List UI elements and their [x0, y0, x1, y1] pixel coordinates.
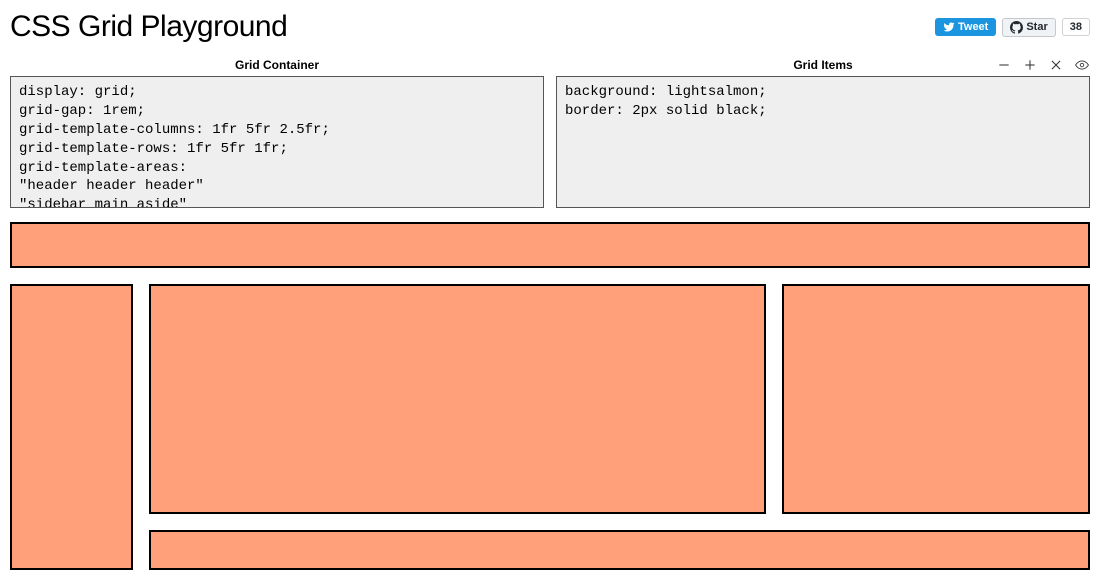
grid-container-title: Grid Container [235, 58, 319, 72]
eye-icon [1075, 58, 1089, 72]
grid-item-aside[interactable] [782, 284, 1090, 514]
toggle-visibility-button[interactable] [1074, 57, 1090, 73]
remove-item-button[interactable] [996, 57, 1012, 73]
close-button[interactable] [1048, 57, 1064, 73]
page-title: CSS Grid Playground [10, 10, 287, 44]
grid-items-editor: Grid Items background: lightsalmon; bord… [556, 54, 1090, 208]
twitter-icon [943, 21, 955, 33]
social-buttons: Tweet Star 38 [935, 18, 1090, 37]
grid-item-footer[interactable] [149, 530, 1090, 570]
minus-icon [997, 58, 1011, 72]
tweet-button[interactable]: Tweet [935, 18, 996, 36]
github-star-button[interactable]: Star [1002, 18, 1055, 37]
grid-item-header[interactable] [10, 222, 1090, 268]
grid-item-sidebar[interactable] [10, 284, 133, 570]
grid-items-title: Grid Items [793, 58, 852, 72]
close-icon [1049, 58, 1063, 72]
grid-item-main[interactable] [149, 284, 765, 514]
github-star-count[interactable]: 38 [1062, 18, 1090, 36]
github-star-label: Star [1026, 21, 1047, 33]
grid-container-code-input[interactable]: display: grid; grid-gap: 1rem; grid-temp… [10, 76, 544, 208]
add-item-button[interactable] [1022, 57, 1038, 73]
github-icon [1010, 21, 1023, 34]
grid-items-toolbar [996, 57, 1090, 73]
plus-icon [1023, 58, 1037, 72]
tweet-label: Tweet [958, 21, 988, 33]
grid-items-code-input[interactable]: background: lightsalmon; border: 2px sol… [556, 76, 1090, 208]
grid-container-editor: Grid Container display: grid; grid-gap: … [10, 54, 544, 208]
grid-preview [10, 222, 1090, 570]
